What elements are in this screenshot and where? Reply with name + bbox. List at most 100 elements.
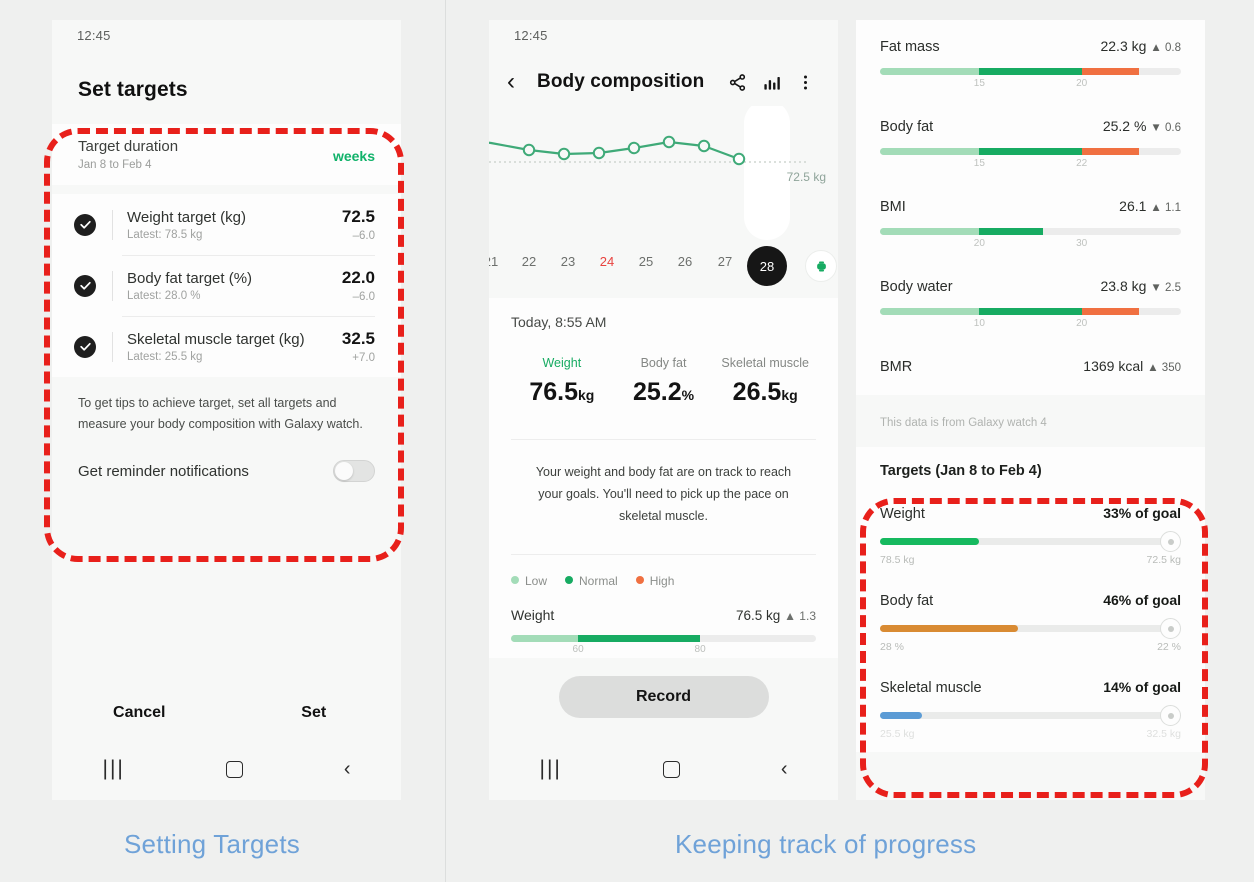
app-bar: ‹ Body composition (489, 54, 838, 106)
recents-icon[interactable]: ||| (539, 757, 561, 781)
target-duration-weeks[interactable]: weeks (333, 148, 375, 164)
record-button[interactable]: Record (558, 676, 769, 718)
bar-segment-low (880, 308, 980, 315)
target-progress-weight[interactable]: Weight 33% of goal 78.5 kg 72.5 kg (880, 479, 1181, 566)
page-title: Set targets (78, 78, 188, 101)
advice-text: Your weight and body fat are on track to… (535, 465, 792, 523)
cancel-button[interactable]: Cancel (52, 704, 227, 722)
metric-weight[interactable]: Weight 76.5kg (511, 356, 613, 407)
target-delta: –6.0 (352, 291, 375, 303)
toggle-knob (335, 462, 353, 481)
metric-body-fat[interactable]: Body fat 25.2% (613, 356, 715, 407)
metric-label: Weight (542, 356, 582, 370)
measure-bar-ticks: 15 20 (880, 78, 1181, 92)
measure-delta: ▼ 0.6 (1150, 122, 1181, 134)
legend-item-low: Low (511, 573, 547, 587)
x-tick-25[interactable]: 25 (639, 254, 653, 269)
measure-bar-ticks: 15 22 (880, 158, 1181, 172)
bar-chart-icon[interactable] (754, 73, 788, 92)
screenshot-root: 12:45 Set targets Target duration Jan 8 … (0, 0, 1254, 882)
target-duration-label: Target duration (78, 138, 179, 155)
back-icon[interactable]: ‹ (781, 758, 788, 781)
data-source-note: This data is from Galaxy watch 4 (880, 417, 1047, 429)
target-progress-body-fat[interactable]: Body fat 46% of goal 28 % 22 % (880, 566, 1181, 653)
measure-range-bar (880, 148, 1181, 155)
measure-row-fat-mass[interactable]: Fat mass 22.3 kg ▲ 0.8 15 20 (880, 38, 1181, 96)
x-tick-26[interactable]: 26 (678, 254, 692, 269)
check-icon[interactable] (74, 213, 96, 236)
x-tick-24[interactable]: 24 (600, 254, 614, 269)
check-icon[interactable] (74, 274, 96, 297)
status-bar-time-2: 12:45 (514, 28, 548, 43)
target-percent: 46% of goal (1103, 592, 1181, 608)
metrics-row: Weight 76.5kg Body fat 25.2% Skeletal mu… (511, 356, 816, 407)
target-name: Skeletal muscle (880, 680, 982, 696)
measure-bar-ticks: 10 20 (880, 318, 1181, 332)
x-tick-23[interactable]: 23 (561, 254, 575, 269)
bar-segment-normal (578, 635, 701, 643)
metric-value: 25.2% (613, 378, 715, 407)
measure-row-bmr[interactable]: BMR 1369 kcal ▲ 350 (880, 336, 1181, 379)
bar-segment-high (1081, 68, 1139, 75)
home-icon[interactable] (662, 760, 680, 778)
target-percent: 33% of goal (1103, 505, 1181, 521)
status-bar-time-1: 12:45 (77, 28, 111, 43)
check-icon[interactable] (74, 335, 96, 358)
home-icon[interactable] (225, 760, 243, 778)
galaxy-watch-icon[interactable] (805, 250, 837, 282)
target-name: Weight target (kg) (127, 208, 246, 226)
set-button[interactable]: Set (227, 704, 402, 722)
reminder-row[interactable]: Get reminder notifications (52, 440, 401, 504)
measure-value: 23.8 kg (1100, 278, 1147, 294)
weight-bar-ticks: 60 80 (511, 644, 816, 658)
phone-screen-measures-targets: Fat mass 22.3 kg ▲ 0.8 15 20 Body fat 25.… (856, 20, 1205, 800)
target-delta: –6.0 (352, 230, 375, 242)
chevron-left-icon[interactable]: ‹ (507, 68, 537, 96)
bar-tick-low: 15 (973, 158, 985, 169)
target-latest: Latest: 25.5 kg (127, 350, 203, 363)
overflow-menu-icon[interactable] (788, 73, 822, 92)
target-progress-bar (880, 530, 1181, 552)
measure-name: Body fat (880, 119, 934, 135)
dialog-actions: Cancel Set (52, 704, 401, 722)
target-row-skeletal-muscle[interactable]: Skeletal muscle target (kg) Latest: 25.5… (52, 316, 401, 377)
x-tick-21[interactable]: 21 (489, 254, 498, 269)
measure-range-bar (880, 308, 1181, 315)
target-end-value: 32.5 kg (1146, 728, 1181, 740)
share-icon[interactable] (720, 73, 754, 92)
target-value: 72.5 (341, 207, 375, 226)
x-tick-22[interactable]: 22 (522, 254, 536, 269)
column-divider (445, 0, 446, 882)
target-row-weight[interactable]: Weight target (kg) Latest: 78.5 kg 72.5 … (52, 194, 401, 255)
measure-row-body-water[interactable]: Body water 23.8 kg ▼ 2.5 10 20 (880, 256, 1181, 336)
target-row-body-fat[interactable]: Body fat target (%) Latest: 28.0 % 22.0 … (52, 255, 401, 316)
legend: Low Normal High (511, 555, 816, 587)
metric-value: 26.5kg (714, 378, 816, 407)
measure-row-bmi[interactable]: BMI 26.1 ▲ 1.1 20 30 (880, 176, 1181, 256)
x-tick-27[interactable]: 27 (718, 254, 732, 269)
measure-row-body-fat[interactable]: Body fat 25.2 % ▼ 0.6 15 22 (880, 96, 1181, 176)
metric-skeletal-muscle[interactable]: Skeletal muscle 26.5kg (714, 356, 816, 407)
legend-dot (565, 576, 574, 585)
measure-name: BMR (880, 359, 913, 375)
recents-icon[interactable]: ||| (102, 757, 124, 781)
target-duration-card[interactable]: Target duration Jan 8 to Feb 4 weeks (52, 124, 401, 185)
metric-value: 76.5kg (511, 378, 613, 407)
legend-item-high: High (635, 573, 674, 587)
bar-segment-low (880, 148, 980, 155)
row-divider (112, 270, 113, 301)
x-tick-selected-28[interactable]: 28 (747, 246, 787, 286)
weight-trend-chart[interactable]: 72.5 kg (489, 106, 838, 246)
measure-range-bar (880, 228, 1181, 235)
phone-screen-set-targets: 12:45 Set targets Target duration Jan 8 … (52, 20, 401, 800)
target-progress-skeletal-muscle[interactable]: Skeletal muscle 14% of goal 25.5 kg 32.5… (880, 653, 1181, 740)
row-divider (112, 331, 113, 362)
bar-segment-high (1081, 308, 1139, 315)
target-list: Weight target (kg) Latest: 78.5 kg 72.5 … (52, 194, 401, 377)
back-icon[interactable]: ‹ (344, 758, 351, 781)
metric-number: 76.5 (529, 378, 578, 406)
target-start-value: 78.5 kg (880, 554, 915, 566)
weight-measure-row[interactable]: Weight 76.5 kg ▲ 1.3 (511, 587, 816, 623)
target-progress-bar (880, 617, 1181, 639)
reminder-toggle[interactable] (333, 460, 375, 483)
